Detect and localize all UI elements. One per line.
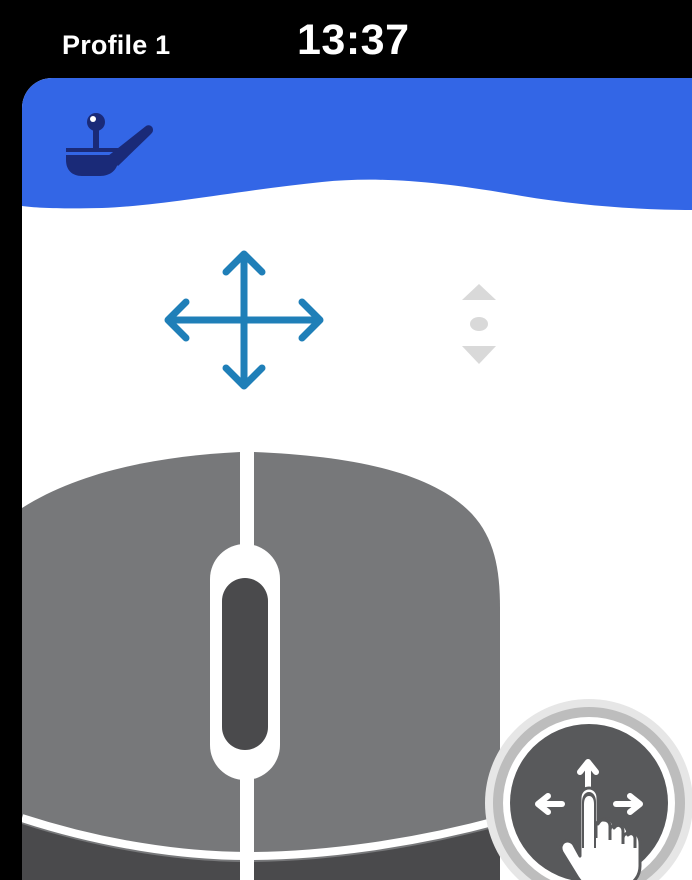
scroll-arrows-icon[interactable]	[454, 280, 504, 370]
touch-move-button[interactable]	[484, 698, 692, 880]
main-panel	[22, 78, 692, 880]
device-screen: Profile 1 13:37	[0, 0, 692, 880]
clock: 13:37	[297, 16, 410, 64]
four-way-arrows-icon[interactable]	[162, 248, 326, 392]
joystick-icon[interactable]	[60, 108, 156, 184]
profile-label[interactable]: Profile 1	[62, 30, 170, 61]
status-bar: Profile 1 13:37	[0, 0, 692, 78]
